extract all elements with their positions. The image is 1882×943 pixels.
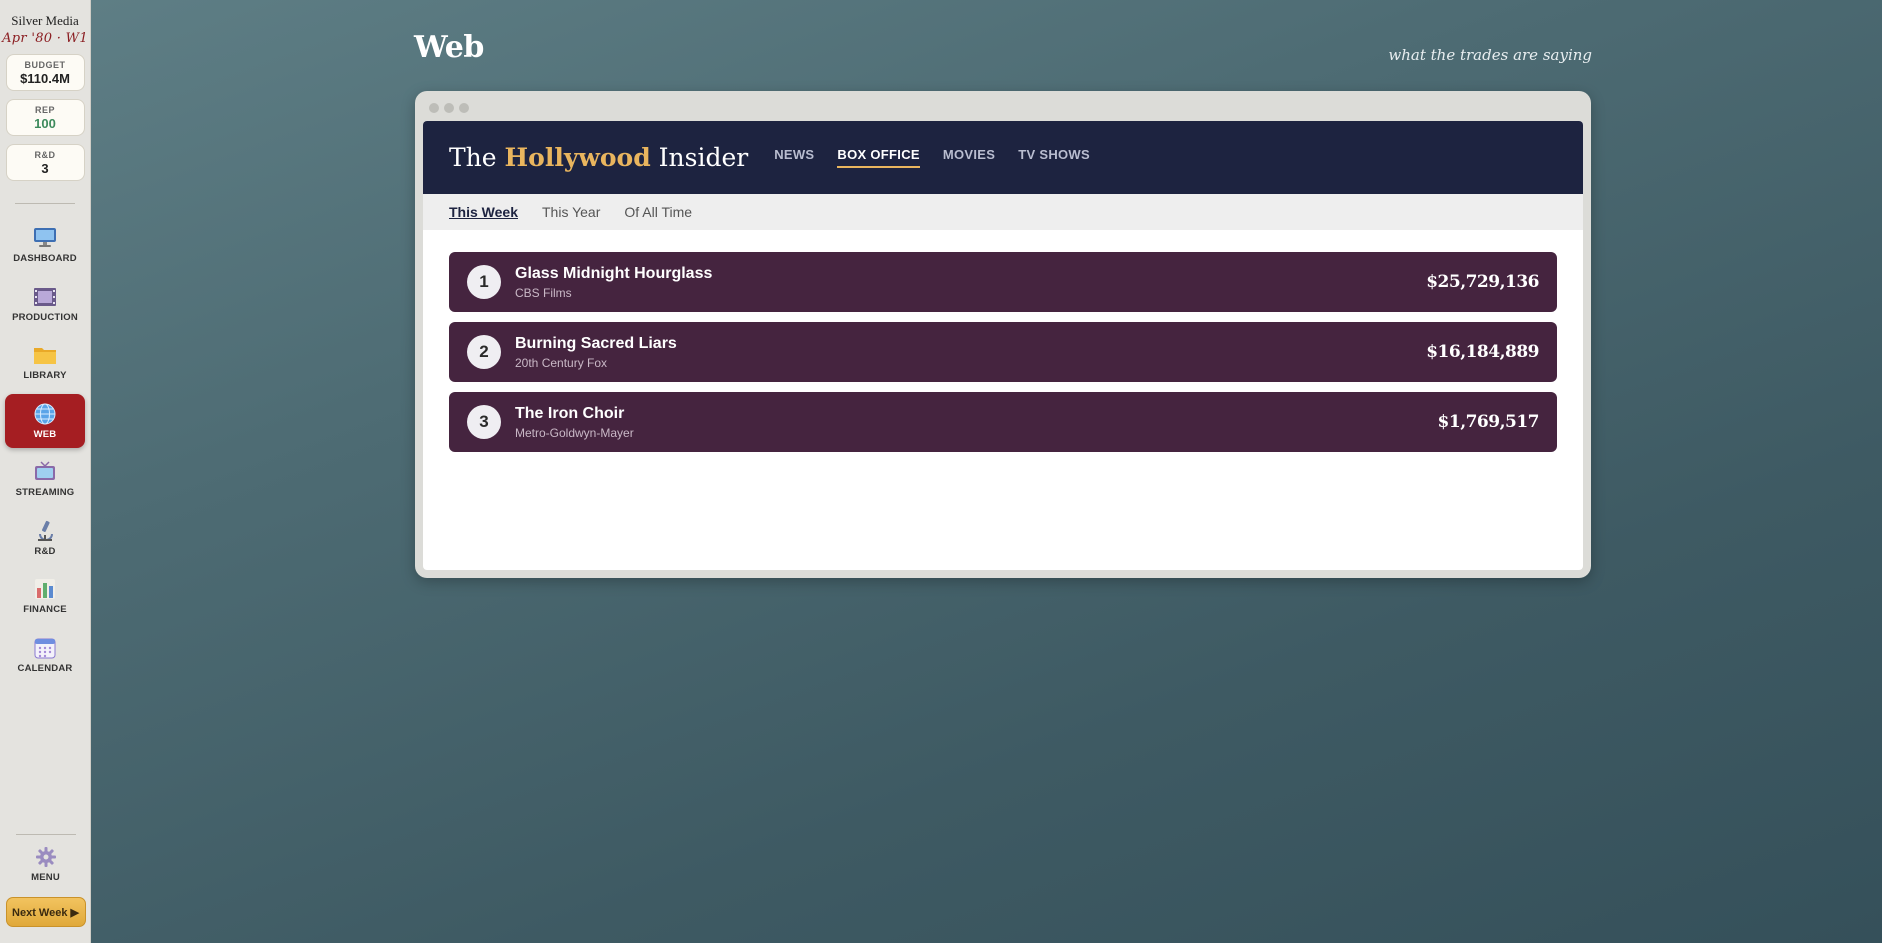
page-tagline: what the trades are saying [1388, 46, 1592, 64]
sidebar-item-label: CALENDAR [17, 662, 73, 674]
budget-value: $110.4M [20, 70, 70, 86]
sidebar-item-label: LIBRARY [23, 370, 67, 381]
film-studio: 20th Century Fox [515, 355, 608, 370]
folder-icon [33, 343, 57, 367]
window-dot [429, 103, 439, 113]
film-gross: $16,184,889 [1426, 342, 1539, 362]
box-office-row[interactable]: 1 Glass Midnight Hourglass CBS Films $25… [449, 252, 1557, 312]
sidebar-item-production[interactable]: PRODUCTION [5, 277, 85, 331]
sidebar-item-label: DASHBOARD [13, 253, 77, 264]
menu-button[interactable]: MENU [31, 845, 60, 883]
window-controls [429, 103, 469, 113]
rank-badge: 2 [467, 335, 501, 369]
rnd-label: R&D [34, 149, 56, 160]
film-title: Glass Midnight Hourglass [515, 264, 713, 282]
box-office-row[interactable]: 3 The Iron Choir Metro-Goldwyn-Mayer $1,… [449, 392, 1557, 452]
reputation-value: 100 [34, 115, 56, 131]
globe-icon [33, 402, 57, 426]
sidebar: Silver Media Apr '80 · W1 BUDGET $110.4M… [0, 0, 91, 943]
site-nav-box-office[interactable]: BOX OFFICE [837, 147, 920, 168]
window-dot [444, 103, 454, 113]
studio-name: Silver Media [11, 13, 79, 28]
site-nav-tv-shows[interactable]: TV SHOWS [1018, 147, 1090, 168]
microscope-icon [33, 519, 57, 543]
film-title: Burning Sacred Liars [515, 334, 677, 352]
current-date: Apr '80 · W1 [2, 31, 88, 46]
tab-all-time[interactable]: Of All Time [624, 204, 692, 220]
browser-viewport: The Hollywood Insider NEWS BOX OFFICE MO… [423, 121, 1583, 570]
film-studio: Metro-Goldwyn-Mayer [515, 425, 634, 440]
film-info: Glass Midnight Hourglass CBS Films [515, 265, 1426, 300]
rank-badge: 3 [467, 405, 501, 439]
film-gross: $1,769,517 [1437, 412, 1540, 432]
box-office-list: 1 Glass Midnight Hourglass CBS Films $25… [423, 230, 1583, 452]
box-office-subtabs: This Week This Year Of All Time [423, 194, 1583, 230]
gear-icon [34, 845, 58, 869]
sidebar-bottom: MENU Next Week ▶ [0, 834, 91, 943]
logo-suffix: Insider [650, 143, 749, 172]
tab-this-week[interactable]: This Week [449, 204, 518, 220]
page-title: Web [414, 30, 484, 65]
sidebar-item-label: R&D [34, 545, 56, 557]
tab-this-year[interactable]: This Year [542, 204, 600, 220]
reputation-label: REP [34, 104, 55, 115]
box-office-row[interactable]: 2 Burning Sacred Liars 20th Century Fox … [449, 322, 1557, 382]
rnd-value: 3 [41, 160, 49, 176]
sidebar-item-library[interactable]: LIBRARY [5, 335, 85, 389]
film-info: The Iron Choir Metro-Goldwyn-Mayer [515, 405, 1438, 440]
reputation-card: REP 100 [5, 99, 85, 136]
budget-label: BUDGET [24, 59, 66, 70]
sidebar-item-label: PRODUCTION [12, 311, 78, 323]
film-icon [33, 285, 57, 309]
site-nav-news[interactable]: NEWS [774, 147, 814, 168]
sidebar-item-label: FINANCE [23, 604, 67, 615]
monitor-icon [33, 226, 57, 250]
site-header: The Hollywood Insider NEWS BOX OFFICE MO… [423, 121, 1583, 194]
bar-chart-icon [33, 577, 57, 601]
sidebar-item-calendar[interactable]: CALENDAR [5, 628, 85, 682]
budget-card: BUDGET $110.4M [5, 54, 85, 91]
site-nav: NEWS BOX OFFICE MOVIES TV SHOWS [774, 147, 1090, 168]
film-studio: CBS Films [515, 285, 572, 300]
sidebar-item-finance[interactable]: FINANCE [5, 569, 85, 623]
film-title: The Iron Choir [515, 404, 625, 422]
sidebar-item-dashboard[interactable]: DASHBOARD [5, 218, 85, 272]
sidebar-item-streaming[interactable]: STREAMING [5, 452, 85, 506]
sidebar-item-label: WEB [33, 428, 57, 440]
sidebar-item-rnd[interactable]: R&D [5, 511, 85, 565]
logo-prefix: The [449, 143, 505, 172]
browser-window: The Hollywood Insider NEWS BOX OFFICE MO… [415, 91, 1591, 578]
logo-accent: Hollywood [504, 143, 651, 172]
sidebar-divider [15, 834, 76, 835]
site-nav-movies[interactable]: MOVIES [943, 147, 995, 168]
rnd-card: R&D 3 [5, 144, 85, 181]
window-dot [459, 103, 469, 113]
film-info: Burning Sacred Liars 20th Century Fox [515, 335, 1426, 370]
rank-badge: 1 [467, 265, 501, 299]
next-week-button[interactable]: Next Week ▶ [5, 897, 86, 927]
sidebar-item-label: STREAMING [15, 487, 75, 498]
tv-icon [33, 460, 57, 484]
sidebar-divider [15, 203, 75, 204]
site-logo[interactable]: The Hollywood Insider [449, 143, 748, 172]
menu-label: MENU [31, 872, 60, 883]
film-gross: $25,729,136 [1426, 272, 1539, 292]
calendar-icon [33, 636, 57, 660]
sidebar-item-web[interactable]: WEB [5, 393, 85, 448]
